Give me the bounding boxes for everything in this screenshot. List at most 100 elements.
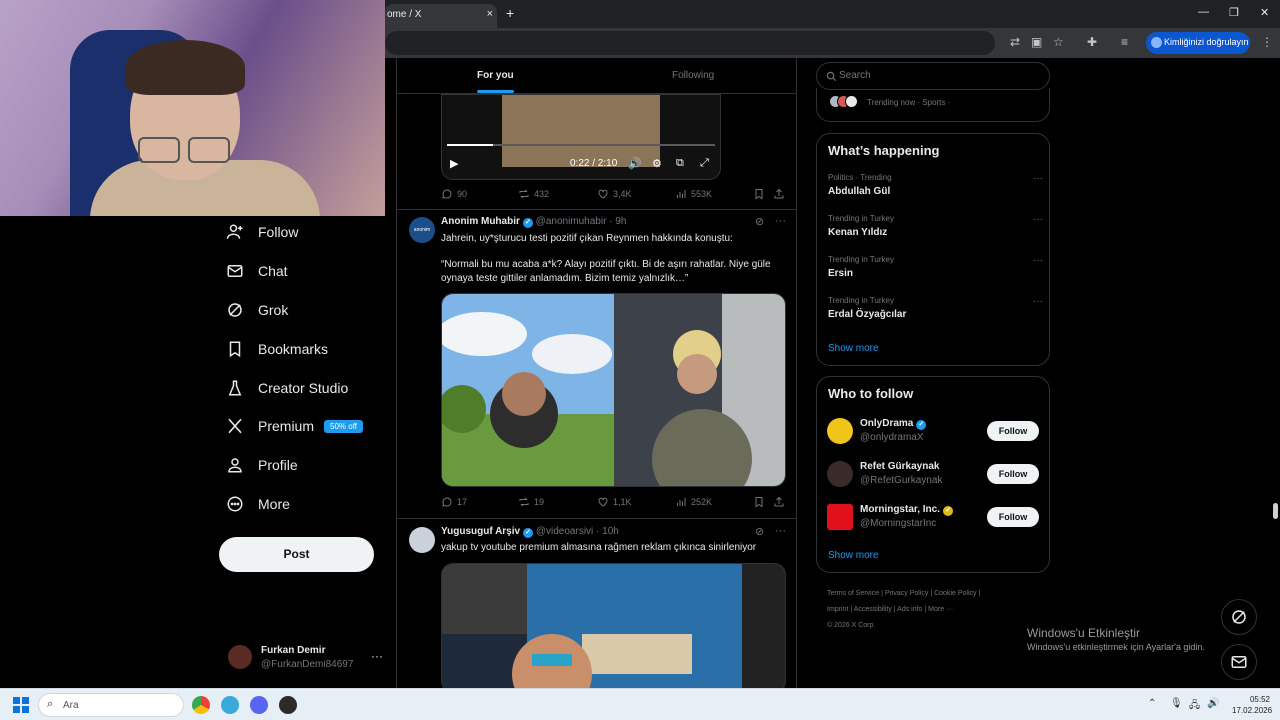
install-icon[interactable]: ▣ [1031,35,1042,49]
follow-button[interactable]: Follow [987,421,1039,441]
nav-profile-label: Profile [258,457,298,473]
trends-show-more-link[interactable]: Show more [828,343,879,354]
account-more-icon[interactable]: ··· [371,649,383,663]
trend-item[interactable]: Trending in Turkey Erdal Özyağcılar ··· [828,296,1043,336]
translate-icon[interactable]: ⇄ [1010,35,1020,49]
nav-premium[interactable]: Premium 50% off [226,411,363,441]
close-tab-icon[interactable]: × [487,8,493,20]
trend-item[interactable]: Trending in Turkey Ersin ··· [828,255,1043,295]
trending-now-card[interactable]: Trending now · Sports · [816,88,1050,122]
avatar[interactable] [409,527,435,553]
trend-item[interactable]: Politics · Trending Abdullah Gül ··· [828,173,1043,213]
tab-for-you[interactable]: For you [477,70,514,81]
nav-creator-studio[interactable]: Creator Studio [226,373,348,403]
bookmark-button[interactable] [753,496,769,508]
trend-more-icon[interactable]: ··· [1033,173,1043,184]
play-icon[interactable]: ▶ [450,157,458,170]
share-button[interactable] [773,188,789,200]
browser-tab[interactable]: ome / X × [385,4,497,28]
tweet-author[interactable]: Anonim Muhabir ✓ @anonimuhabir · 9h [441,216,626,228]
nav-more-label: More [258,496,290,512]
trend-more-icon[interactable]: ··· [1033,296,1043,307]
follow-button[interactable]: Follow [987,507,1039,527]
scrollbar-thumb[interactable] [1273,503,1278,519]
avatar[interactable]: anonim [409,217,435,243]
nav-grok[interactable]: Grok [226,295,288,325]
address-field[interactable] [385,31,995,55]
trend-more-icon[interactable]: ··· [1033,255,1043,266]
account-switcher[interactable]: Furkan Demir @FurkanDemi84697 ··· [228,641,388,677]
reply-button[interactable]: 90 [441,188,467,200]
fullscreen-icon[interactable]: ⤢ [700,157,709,170]
video-progress-bar[interactable] [447,144,715,146]
tweet-image[interactable] [441,293,786,487]
trend-item[interactable]: Trending in Turkey Kenan Yıldız ··· [828,214,1043,254]
follow-suggestion[interactable]: Refet Gürkaynak @RefetGurkaynak Follow [827,461,1041,491]
network-icon[interactable]: 🖧 [1189,698,1200,715]
reading-list-icon[interactable]: ≡ [1121,35,1128,49]
trending-now-label: Trending now · Sports · [867,98,951,107]
volume-icon[interactable]: 🔊 [1207,698,1219,709]
browser-menu-icon[interactable]: ⋮ [1261,35,1273,49]
follow-show-more-link[interactable]: Show more [828,550,879,561]
picture-in-picture-icon[interactable]: ⧉ [676,157,684,170]
bookmark-button[interactable] [753,188,769,200]
tweet-author[interactable]: Yugusuguf Arşiv ✓ @videoarsivi · 10h [441,526,619,538]
nav-profile[interactable]: Profile [226,450,298,480]
profile-button[interactable]: Kimliğinizi doğrulayın [1146,32,1250,54]
app-icon[interactable] [221,696,239,714]
grok-floating-button[interactable] [1221,599,1257,635]
tab-following[interactable]: Following [672,70,714,81]
follow-button[interactable]: Follow [987,464,1039,484]
bookmark-icon [755,189,763,200]
app-icon[interactable] [279,696,297,714]
like-button[interactable]: 1,1K [597,496,632,508]
footer-line[interactable]: Imprint | Accessibility | Ads info | Mor… [827,602,1047,618]
creator-icon [228,380,242,396]
like-button[interactable]: 3,4K [597,188,632,200]
messages-floating-button[interactable] [1221,644,1257,680]
author-name: Anonim Muhabir [441,216,520,227]
follow-suggestion[interactable]: Morningstar, Inc. ✓ @MorningstarInc Follo… [827,504,1041,534]
taskbar-search[interactable]: ⌕ Ara [38,693,184,717]
volume-icon[interactable]: 🔊 [628,157,642,170]
settings-icon[interactable]: ⚙ [652,157,662,170]
search-input[interactable]: Search [816,62,1050,90]
windows-start-icon[interactable] [13,697,29,713]
follow-suggestion[interactable]: OnlyDrama ✓ @onlydramaX Follow [827,418,1041,448]
grok-explain-icon[interactable]: ⊘ [755,215,764,228]
more-icon[interactable]: ··· [775,525,786,537]
views-button[interactable]: 252K [675,496,712,508]
nav-chat[interactable]: Chat [226,256,288,286]
reply-button[interactable]: 17 [441,496,467,508]
post-button[interactable]: Post [219,537,374,572]
nav-bookmarks[interactable]: Bookmarks [226,334,328,364]
reply-icon [442,497,452,507]
tray-expand-icon[interactable]: ⌃ [1148,698,1156,709]
author-handle: @anonimuhabir · 9h [535,216,627,227]
tweet-image[interactable] [441,563,786,688]
grok-explain-icon[interactable]: ⊘ [755,525,764,538]
window-close-icon[interactable]: ✕ [1260,6,1269,19]
discord-icon[interactable] [250,696,268,714]
repost-button[interactable]: 19 [518,496,544,508]
nav-more[interactable]: More [226,489,290,519]
trend-more-icon[interactable]: ··· [1033,214,1043,225]
video-player[interactable]: ▶ 0:22 / 2:10 🔊 ⚙ ⧉ ⤢ [441,94,721,180]
extensions-icon[interactable]: ✚ [1087,35,1097,49]
more-icon[interactable]: ··· [775,215,786,227]
star-icon[interactable]: ☆ [1053,35,1064,49]
repost-button[interactable]: 432 [518,188,549,200]
new-tab-icon[interactable]: + [506,5,514,21]
microphone-icon[interactable]: 🎙 [1170,698,1183,709]
views-button[interactable]: 553K [675,188,712,200]
nav-follow[interactable]: Follow [226,217,298,247]
share-button[interactable] [773,496,789,508]
page-scrollbar[interactable] [1270,58,1280,688]
taskbar-clock[interactable]: 05:52 17.02.2026 [1232,694,1272,716]
restore-icon[interactable]: ❐ [1229,6,1239,19]
webcam-overlay [0,0,385,216]
minimize-icon[interactable]: — [1198,6,1209,18]
chrome-icon[interactable] [192,696,210,714]
footer-line[interactable]: Terms of Service | Privacy Policy | Cook… [827,586,1047,602]
